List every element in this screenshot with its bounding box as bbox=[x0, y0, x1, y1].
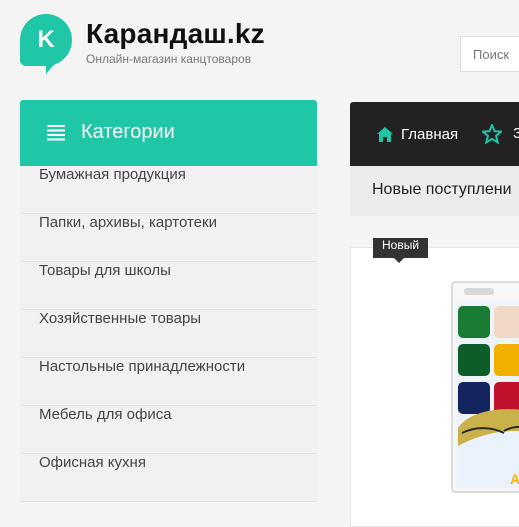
section-title: Новые поступлени bbox=[372, 181, 512, 198]
category-item[interactable]: Товары для школы bbox=[20, 262, 317, 310]
site-title[interactable]: Карандаш.kz bbox=[86, 18, 265, 50]
category-item[interactable]: Папки, архивы, картотеки bbox=[20, 214, 317, 262]
categories-title: Категории bbox=[81, 121, 175, 143]
category-list: Бумажная продукция Папки, архивы, картот… bbox=[20, 166, 317, 502]
section-title-bar: Новые поступлени bbox=[350, 166, 519, 216]
nav-next-label[interactable]: З bbox=[513, 125, 519, 142]
category-item[interactable]: Настольные принадлежности bbox=[20, 358, 317, 406]
nav-home-link[interactable]: Главная bbox=[376, 102, 458, 166]
star-icon[interactable] bbox=[482, 124, 502, 144]
home-icon bbox=[377, 126, 393, 142]
categories-header[interactable]: Категории bbox=[20, 100, 317, 166]
top-navigation: Главная З bbox=[350, 102, 519, 166]
category-item[interactable]: Хозяйственные товары bbox=[20, 310, 317, 358]
logo-badge[interactable]: K bbox=[20, 14, 72, 74]
search-input[interactable] bbox=[460, 36, 519, 72]
product-image[interactable]: Акв bbox=[444, 278, 519, 498]
category-item[interactable]: Бумажная продукция bbox=[20, 166, 317, 214]
product-box-text: Акв bbox=[510, 471, 519, 487]
new-badge: Новый bbox=[373, 238, 429, 263]
menu-icon bbox=[47, 125, 65, 141]
category-item[interactable]: Офисная кухня bbox=[20, 454, 317, 502]
site-subtitle: Онлайн-магазин канцтоваров bbox=[86, 52, 252, 66]
nav-home-label: Главная bbox=[401, 125, 459, 143]
category-item[interactable]: Мебель для офиса bbox=[20, 406, 317, 454]
